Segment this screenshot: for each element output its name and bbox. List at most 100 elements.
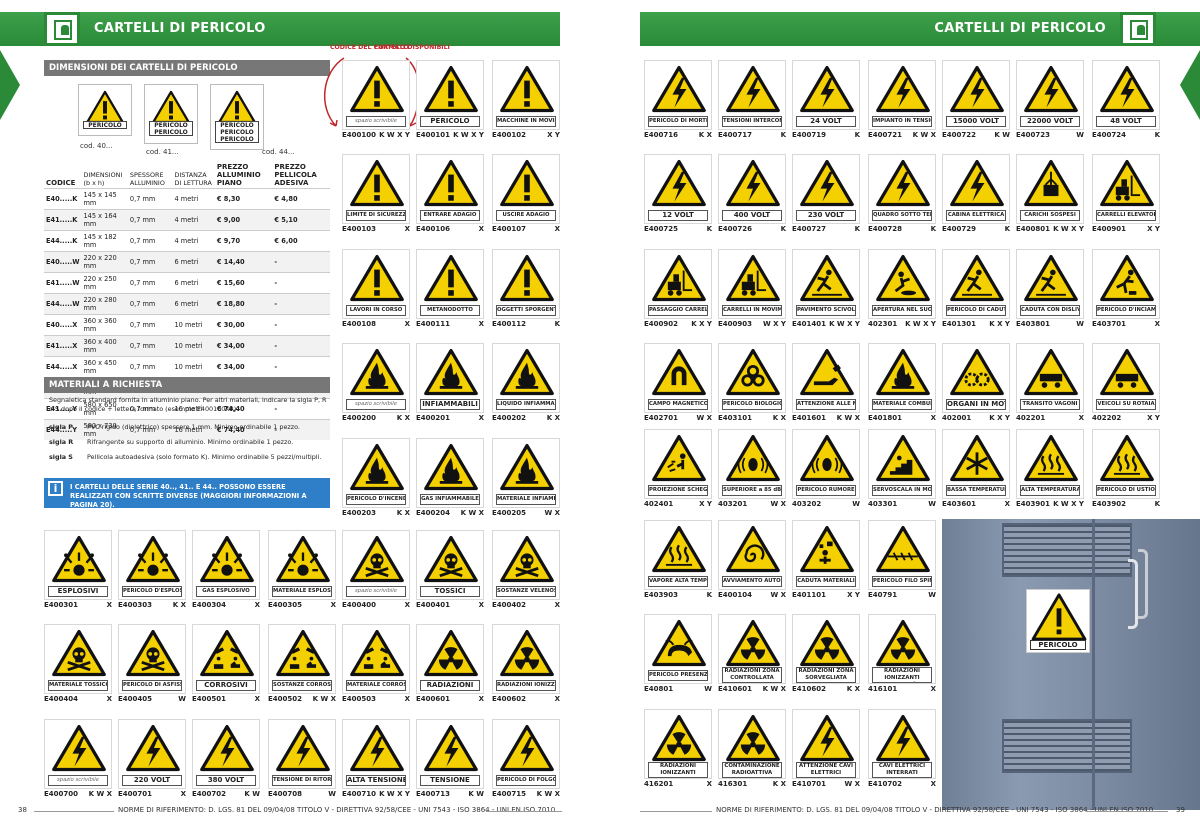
sign-formats: K	[780, 225, 786, 233]
sign-frame: RADIAZIONI ZONA SORVEGLIATA	[792, 614, 860, 684]
sign-label: CAMPO MAGNETICO	[648, 399, 708, 410]
boom-hazard-icon	[52, 535, 106, 583]
hazard-sign: 220 VOLT E400701 X	[118, 719, 186, 801]
sign-frame: MATERIALE ESPLOSIVO	[268, 530, 336, 600]
hazard-sign: CADUTA MATERIALI E401101 X Y	[792, 520, 860, 602]
hazard-sign: PERICOLO D'INCENDIO E400203 K X	[342, 438, 410, 520]
sign-frame: CABINA ELETTRICA	[942, 154, 1010, 224]
table-cell: 0,7 mm	[127, 335, 173, 357]
sign-code: E401601	[792, 414, 827, 422]
fork-hazard-icon	[1100, 159, 1154, 207]
ear-hazard-icon	[726, 434, 780, 482]
table-cell: € 18,80	[214, 293, 273, 315]
sign-formats: X	[254, 601, 260, 609]
trip-hazard-icon	[1100, 254, 1154, 302]
hazard-sign: LIQUIDO INFIAMMABILE E400202 K X	[492, 343, 560, 425]
sign-frame: VEICOLI SU ROTAIA	[1092, 343, 1160, 413]
hazard-sign: APERTURA NEL SUOLO 402301 K W X Y	[868, 249, 936, 331]
sign-formats: X	[106, 601, 112, 609]
sign-code: E403801	[1016, 320, 1051, 328]
bolt-hazard-icon	[726, 65, 780, 113]
sign-formats: X Y	[1147, 225, 1160, 233]
sign-code: E400204	[416, 509, 451, 517]
table-cell: 360 x 450 mm	[81, 356, 128, 378]
sign-label: PERICOLO	[420, 116, 480, 127]
bolt-hazard-icon	[800, 714, 854, 762]
sign-label: PERICOLO D'ESPLOSIONE	[122, 586, 182, 597]
sign-label: PERICOLO D'INCENDIO	[346, 494, 406, 505]
sign-formats: K W X Y	[453, 131, 484, 139]
sign-label: ALTA TENSIONE	[346, 775, 406, 786]
hazard-sign: OGGETTI SPORGENTI E400112 K	[492, 249, 560, 331]
sign-formats: K	[706, 591, 712, 599]
table-cell: 10 metri	[172, 335, 215, 357]
table-cell: € 14,40	[214, 251, 273, 273]
sign-label: PROIEZIONE SCHEGGE	[648, 485, 708, 496]
bolt-hazard-icon	[800, 65, 854, 113]
sign-frame: MACCHINE IN MOVIMENTO	[492, 60, 560, 130]
sign-label: RADIAZIONI IONIZZANTI CRITICITÀ	[872, 667, 932, 683]
sign-frame: 380 VOLT	[192, 719, 260, 789]
sign-label: SERVOSCALA IN MOVIMENTO	[872, 485, 932, 496]
sign-frame: LIQUIDO INFIAMMABILE	[492, 343, 560, 413]
sigla-description: Pellicola autoadesiva (solo formato K). …	[87, 453, 322, 461]
table-cell: E41.....W	[44, 272, 82, 294]
hazard-sign: PASSAGGIO CARRELLI E400902 K X Y	[644, 249, 712, 331]
sign-label: RADIAZIONI ZONA SORVEGLIATA	[796, 667, 856, 683]
table-cell: 0,7 mm	[127, 188, 173, 210]
slip-hazard-icon	[950, 254, 1004, 302]
header-right: CARTELLI DI PERICOLO	[640, 12, 1200, 46]
sigla-code: sigla S	[49, 453, 73, 461]
sign-code: 402301	[868, 320, 898, 328]
sign-label: CORROSIVI	[196, 680, 256, 691]
sign-formats: K W X	[312, 695, 336, 703]
sign-code: E400725	[644, 225, 679, 233]
table-cell: -	[272, 356, 330, 378]
photo-sign-label: PERICOLO	[1030, 640, 1086, 650]
sign-frame: 48 VOLT	[1092, 60, 1160, 130]
sign-label: USCIRE ADAGIO	[496, 210, 556, 221]
fire-hazard-icon	[424, 348, 478, 396]
sign-code: E400801	[1016, 225, 1051, 233]
section-tab-left	[0, 50, 20, 120]
heat-hazard-icon	[1100, 434, 1154, 482]
sign-code: 416201	[644, 780, 674, 788]
sign-formats: K W X	[762, 685, 786, 693]
sign-frame: PERICOLO DI MORTE	[644, 60, 712, 130]
hazard-sign: VAPORE ALTA TEMPERATURA E403903 K	[644, 520, 712, 602]
acid-hazard-icon	[200, 629, 254, 677]
sign-frame: spazio scrivibile	[342, 343, 410, 413]
hazard-sign: GAS INFIAMMABILE E400204 K W X	[416, 438, 484, 520]
table-row: E41.....W 220 x 250 mm 0,7 mm 6 metri € 15,6…	[44, 272, 330, 294]
sign-formats: K	[1154, 131, 1160, 139]
table-cell: € 9,70	[214, 230, 273, 252]
sign-label: CARRELLI IN MOVIMENTO	[722, 305, 782, 316]
fork-hazard-icon	[652, 254, 706, 302]
bolt-hazard-icon	[1024, 65, 1078, 113]
sign-frame: spazio scrivibile	[342, 530, 410, 600]
table-cell: 220 x 220 mm	[81, 251, 128, 273]
sign-code: E400205	[492, 509, 527, 517]
hazard-sign: 24 VOLT E400719 K	[792, 60, 860, 142]
sign-code: E400203	[342, 509, 377, 517]
sign-code: E400402	[492, 601, 527, 609]
sign-formats: X Y	[847, 591, 860, 599]
hazard-sign: TRANSITO VAGONI 402201 X	[1016, 343, 1084, 425]
table-cell: € 34,00	[214, 335, 273, 357]
hazard-sign: 48 VOLT E400724 K	[1092, 60, 1160, 142]
sign-frame: MATERIALE CORROSIVO	[342, 624, 410, 694]
sign-code: 402401	[644, 500, 674, 508]
table-row: E44.....X 360 x 450 mm 0,7 mm 10 metri € 34,…	[44, 356, 330, 378]
sign-frame: ALTA TENSIONE	[342, 719, 410, 789]
hazard-sign: spazio scrivibile E400400 X	[342, 530, 410, 612]
table-cell: 4 metri	[172, 209, 215, 231]
sign-formats: X	[106, 695, 112, 703]
dimension-sample-sign: PERICOLO PERICOLO	[144, 84, 198, 144]
table-cell: 220 x 250 mm	[81, 272, 128, 294]
hazard-sign: USCIRE ADAGIO E400107 X	[492, 154, 560, 236]
excl-hazard-icon	[350, 65, 404, 113]
hazard-sign: 380 VOLT E400702 K W	[192, 719, 260, 801]
hazard-sign: PERICOLO DI CADUTA E401301 K X Y	[942, 249, 1010, 331]
sign-formats: K X	[396, 414, 410, 422]
hazard-sign: ALTA TENSIONE E400710 K W X Y	[342, 719, 410, 801]
